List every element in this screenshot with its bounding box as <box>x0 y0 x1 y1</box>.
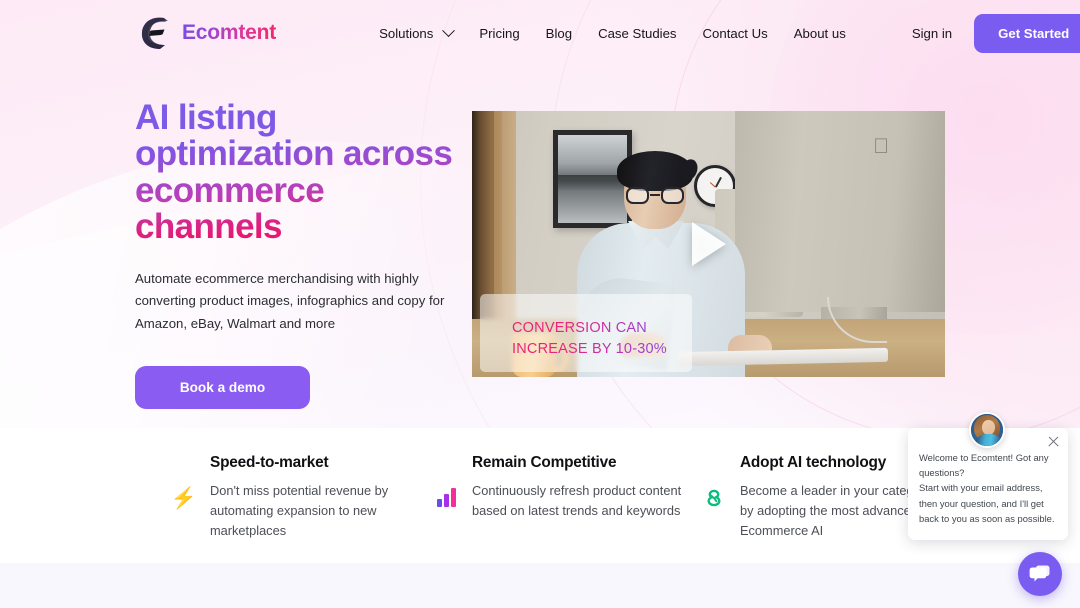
nav-item-blog[interactable]: Blog <box>546 26 572 41</box>
page-root: Ecomtent Solutions Pricing Blog Case Stu… <box>0 0 1080 608</box>
ecomtent-e-logo-icon <box>138 14 172 52</box>
chat-message-line: then your question, and I'll get <box>919 497 1044 509</box>
feature-body: Speed-to-market Don't miss potential rev… <box>210 454 422 563</box>
header-auth-group: Sign in Get Started <box>912 13 1080 53</box>
video-overlay-line-2: INCREASE BY 10-30% <box>512 340 667 357</box>
avatar-face <box>982 420 995 435</box>
sign-in-link[interactable]: Sign in <box>912 26 952 41</box>
nav-label-case-studies: Case Studies <box>598 25 677 41</box>
chat-message-line: Start with your email address, <box>919 482 1043 494</box>
brand-logo[interactable]: Ecomtent <box>138 14 276 52</box>
green-knot-ai-icon <box>702 454 726 563</box>
video-person-hair <box>617 151 693 191</box>
feature-body: Remain Competitive Continuously refresh … <box>472 454 692 563</box>
hero-content: AI listing optimization across ecommerce… <box>135 99 465 409</box>
avatar-body <box>975 434 1002 446</box>
nav-item-case-studies[interactable]: Case Studies <box>598 26 676 41</box>
green-knot-glyph <box>707 489 721 507</box>
nav-item-about-us[interactable]: About us <box>794 26 846 41</box>
video-imac-monitor:  <box>735 111 945 312</box>
play-triangle-icon[interactable] <box>691 222 726 266</box>
brand-name: Ecomtent <box>182 21 277 44</box>
hero-video-player[interactable]:  CONVERSION CAN INCREASE BY 10-30% <box>472 111 945 377</box>
chevron-down-icon <box>442 23 456 37</box>
nav-item-pricing[interactable]: Pricing <box>479 26 519 41</box>
nav-label-about-us: About us <box>793 25 846 41</box>
video-overlay-text: CONVERSION CAN INCREASE BY 10-30% <box>512 318 702 359</box>
feature-title: Remain Competitive <box>472 454 617 471</box>
nav-label-pricing: Pricing <box>479 25 520 41</box>
nav-item-contact-us[interactable]: Contact Us <box>703 26 768 41</box>
book-a-demo-button[interactable]: Book a demo <box>135 365 310 409</box>
feature-card-speed-to-market: ⚡ Speed-to-market Don't miss potential r… <box>170 428 422 563</box>
chat-launcher-button[interactable] <box>1018 552 1062 596</box>
lightning-bolt-icon: ⚡ <box>170 487 198 510</box>
video-picture-image <box>558 135 627 223</box>
video-person-glasses <box>624 187 686 204</box>
nav-label-blog: Blog <box>545 25 573 41</box>
feature-card-adopt-ai-technology: Adopt AI technology Become a leader in y… <box>702 428 942 563</box>
site-header: Ecomtent Solutions Pricing Blog Case Stu… <box>0 0 1080 66</box>
nav-item-solutions[interactable]: Solutions <box>379 23 456 41</box>
nav-label-contact-us: Contact Us <box>702 25 768 41</box>
video-overlay-line-1: CONVERSION CAN <box>512 320 647 337</box>
nav-label-solutions: Solutions <box>379 25 434 41</box>
hero-subtitle: Automate ecommerce merchandising with hi… <box>135 270 445 331</box>
chat-bubbles-icon <box>1029 565 1050 582</box>
bar-chart-icon <box>434 454 458 563</box>
feature-title: Speed-to-market <box>210 454 329 471</box>
feature-text: Don't miss potential revenue by automati… <box>210 483 389 539</box>
hero-title: AI listing optimization across ecommerce… <box>135 99 465 246</box>
main-nav: Solutions Pricing Blog Case Studies Cont… <box>379 23 846 41</box>
chat-message-line: back to you as soon as possible. <box>919 512 1055 524</box>
close-icon[interactable] <box>1047 435 1060 448</box>
apple-logo-icon:  <box>873 135 889 159</box>
page-bottom-strip <box>0 563 1080 608</box>
feature-card-remain-competitive: Remain Competitive Continuously refresh … <box>434 428 692 563</box>
feature-text: Continuously refresh product content bas… <box>472 483 682 519</box>
agent-avatar <box>969 412 1005 448</box>
get-started-button[interactable]: Get Started <box>974 13 1080 53</box>
chat-message-line: Welcome to Ecomtent! Got any <box>919 452 1049 463</box>
chat-message-line: questions? <box>919 467 965 479</box>
